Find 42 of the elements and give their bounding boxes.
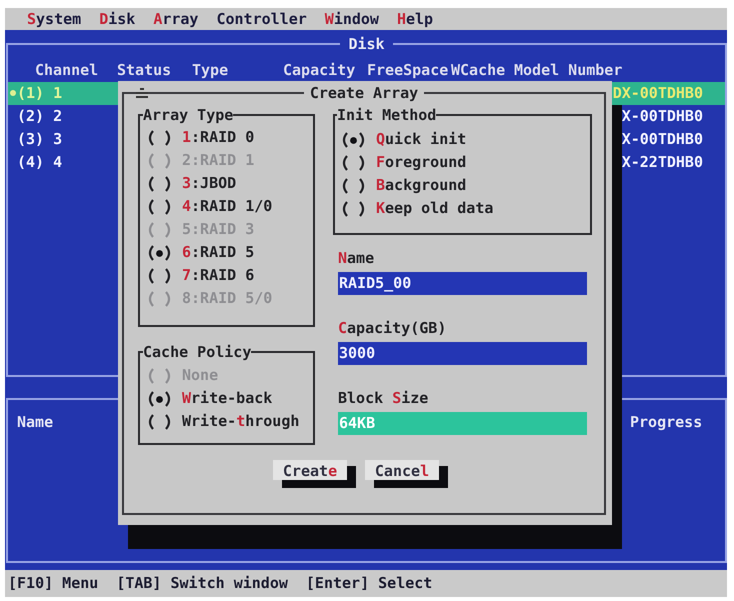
field-label: Capacity(GB) (337, 318, 448, 339)
group-title: Array Type (143, 105, 234, 125)
channel-cell[interactable]: (4) 4 (8, 150, 118, 174)
radio-option[interactable]: Background (340, 174, 590, 197)
column-header: Model Number (514, 60, 624, 80)
menu-item[interactable]: Disk (99, 8, 136, 30)
column-header: Type (192, 60, 230, 80)
menu-item[interactable]: System (27, 8, 82, 30)
key-hint: [F10] Menu (8, 573, 98, 594)
column-header: Status (117, 60, 172, 80)
column-header: Channel (35, 60, 100, 80)
dialog-button[interactable]: Cancel (365, 460, 448, 488)
field-label: Block Size (337, 388, 430, 409)
group-title: Init Method (337, 105, 436, 125)
input-field[interactable]: 3000 (338, 342, 587, 365)
radio-option[interactable]: 3:JBOD (146, 172, 313, 195)
column-header: Progress (630, 412, 702, 433)
menu-item[interactable]: Array (153, 8, 198, 30)
radio-option[interactable]: Write-back (146, 387, 313, 410)
menu-item[interactable]: Window (324, 8, 379, 30)
group-title: Cache Policy (143, 342, 252, 362)
radio-option[interactable]: Quick init (340, 128, 590, 151)
menu-item[interactable]: Controller (216, 8, 307, 30)
column-header: FreeSpace (367, 60, 450, 80)
radio-option[interactable]: 6:RAID 5 (146, 241, 313, 264)
column-header: Name (17, 412, 54, 433)
radio-option[interactable]: Foreground (340, 151, 590, 174)
column-header: WCache (451, 60, 506, 80)
channel-cell[interactable]: (3) 3 (8, 128, 118, 150)
radio-option[interactable]: 4:RAID 1/0 (146, 195, 313, 218)
column-header: Capacity (283, 60, 356, 80)
channel-cell[interactable]: (2) 2 (8, 104, 118, 128)
field-label: Name (337, 248, 376, 269)
radio-option[interactable]: Keep old data (340, 197, 590, 220)
input-field[interactable]: RAID5_00 (338, 272, 587, 295)
radio-option[interactable]: 7:RAID 6 (146, 264, 313, 287)
menu-item[interactable]: Help (396, 8, 434, 30)
dialog-button[interactable]: Create (273, 460, 356, 488)
key-hint: [TAB] Switch window (116, 573, 288, 594)
key-hint: [Enter] Select (306, 573, 432, 594)
radio-option[interactable]: 1:RAID 0 (146, 126, 313, 149)
radio-option[interactable]: Write-through (146, 410, 313, 433)
